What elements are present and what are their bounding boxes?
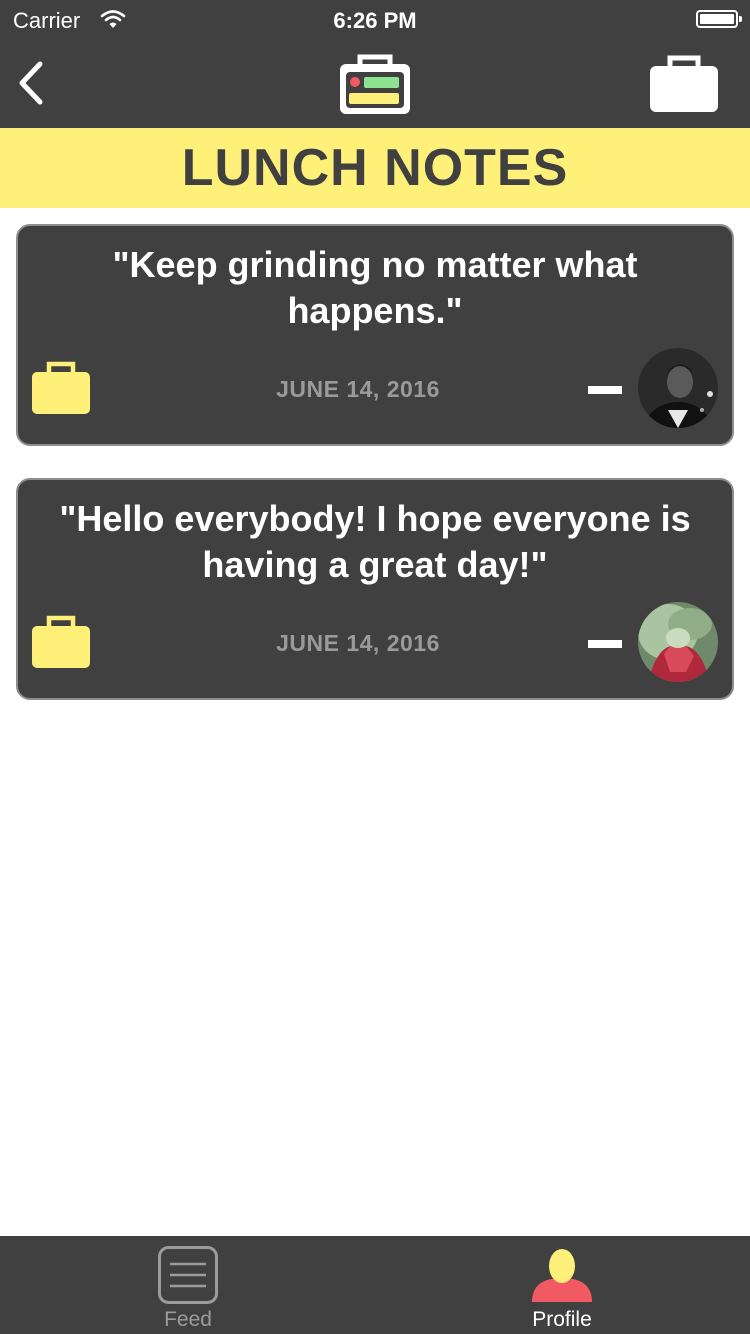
tab-profile-label: Profile — [532, 1308, 592, 1331]
avatar — [638, 602, 718, 682]
top-navigation-bar: Carrier 6:26 PM — [0, 0, 750, 128]
lunchbox-icon — [32, 361, 90, 414]
minus-icon — [588, 640, 622, 648]
note-card[interactable]: "Keep grinding no matter what happens." … — [16, 224, 734, 446]
tab-bar: Feed Profile — [0, 1236, 750, 1334]
page-title: LUNCH NOTES — [181, 139, 569, 197]
briefcase-icon[interactable] — [650, 54, 718, 112]
note-quote: "Hello everybody! I hope everyone is hav… — [59, 498, 691, 585]
tab-feed-label: Feed — [164, 1308, 212, 1331]
note-card[interactable]: "Hello everybody! I hope everyone is hav… — [16, 478, 734, 700]
lunchbox-logo-icon — [340, 54, 410, 114]
lunchbox-icon — [32, 615, 90, 668]
back-chevron-icon[interactable] — [12, 58, 52, 108]
status-bar: Carrier 6:26 PM — [0, 0, 750, 40]
title-banner: LUNCH NOTES — [0, 128, 750, 208]
note-date: JUNE 14, 2016 — [276, 630, 440, 656]
note-quote: "Keep grinding no matter what happens." — [112, 244, 638, 331]
avatar — [638, 348, 718, 428]
tab-profile[interactable]: Profile — [462, 1236, 662, 1334]
battery-icon — [696, 10, 742, 28]
note-date: JUNE 14, 2016 — [276, 376, 440, 402]
tab-feed[interactable]: Feed — [88, 1236, 288, 1334]
minus-icon — [588, 386, 622, 394]
status-time: 6:26 PM — [333, 8, 417, 33]
feed-list-icon — [158, 1246, 218, 1304]
profile-person-icon — [532, 1249, 592, 1302]
